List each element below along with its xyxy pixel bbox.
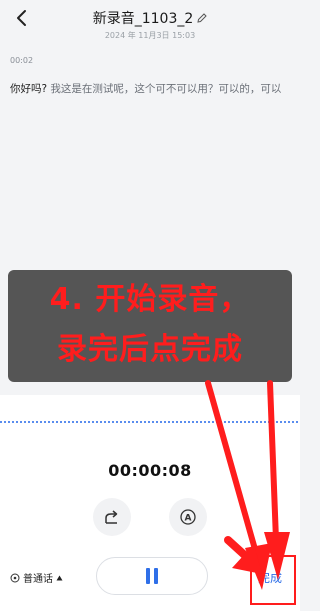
transcript-text: 你好吗? 我这是在测试呢，这个可不可以用？可以的，可以 bbox=[10, 81, 292, 98]
recording-timer: 00:00:08 bbox=[108, 461, 192, 480]
recording-title-text: 新录音_1103_2 bbox=[92, 11, 194, 27]
auto-text-icon: A bbox=[180, 509, 196, 525]
recording-datetime: 2024 年 11月3日 15:03 bbox=[104, 31, 196, 40]
share-icon bbox=[105, 510, 118, 524]
edit-icon[interactable] bbox=[197, 13, 207, 23]
title-area: 新录音_1103_2 2024 年 11月3日 15:03 bbox=[0, 8, 300, 41]
transcript-area: 00:02 你好吗? 我这是在测试呢，这个可不可以用？可以的，可以 bbox=[10, 56, 292, 98]
pause-icon bbox=[146, 568, 158, 584]
recording-title[interactable]: 新录音_1103_2 bbox=[93, 8, 208, 28]
instruction-line-1: 4. 开始录音， bbox=[49, 282, 251, 317]
svg-text:A: A bbox=[185, 514, 192, 524]
instruction-line-2: 录完后点完成 bbox=[57, 332, 243, 367]
segment-timestamp: 00:02 bbox=[10, 56, 34, 65]
language-label: 普通话 bbox=[23, 574, 53, 585]
share-button[interactable] bbox=[93, 498, 131, 536]
instruction-overlay: 4. 开始录音， 录完后点完成 bbox=[8, 270, 292, 382]
waveform bbox=[0, 421, 300, 423]
transcript-rest: 我这是在测试呢，这个可不可以用？可以的，可以 bbox=[47, 83, 282, 95]
language-icon bbox=[10, 573, 20, 582]
dropdown-triangle-icon bbox=[56, 575, 63, 580]
header: 新录音_1103_2 2024 年 11月3日 15:03 bbox=[0, 0, 300, 44]
transcript-lead: 你好吗? bbox=[10, 83, 48, 95]
language-selector[interactable]: 普通话 bbox=[10, 570, 63, 585]
pause-button[interactable] bbox=[96, 557, 208, 595]
auto-text-button[interactable]: A bbox=[169, 498, 207, 536]
highlight-box bbox=[250, 555, 296, 605]
